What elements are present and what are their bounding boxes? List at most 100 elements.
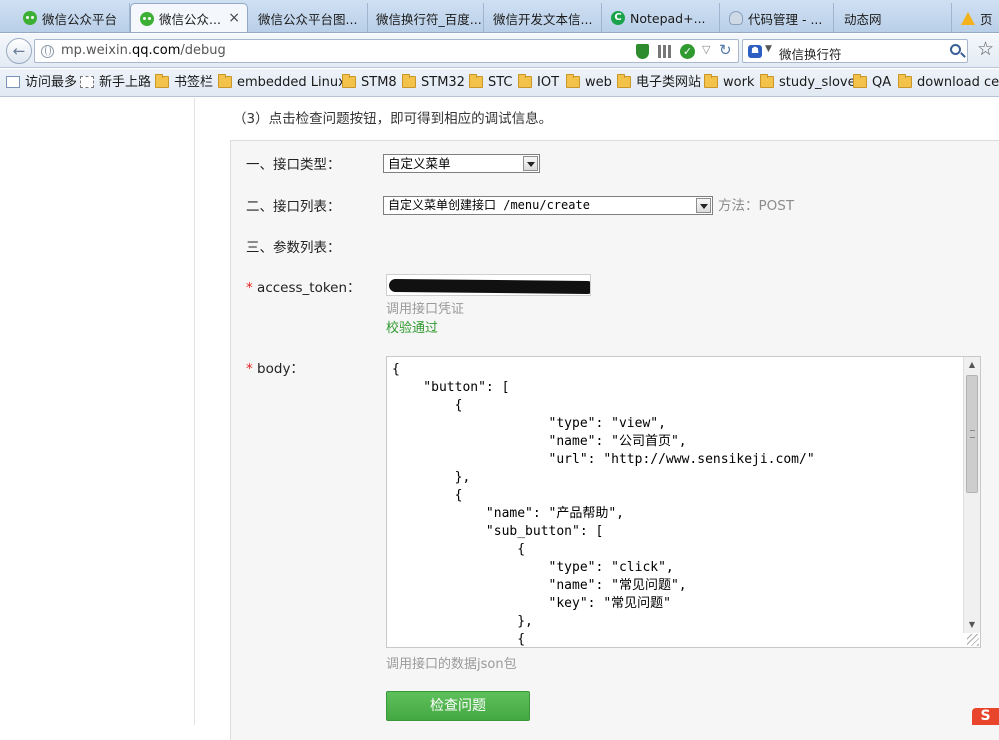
notepad-icon: C: [611, 11, 625, 25]
body-hint: 调用接口的数据json包: [386, 657, 517, 672]
bookmark-star-icon[interactable]: ☆: [977, 38, 994, 60]
search-icon[interactable]: [950, 44, 961, 55]
folder-icon: [469, 74, 483, 88]
tab-wechat-platform[interactable]: 微信公众平台: [14, 3, 130, 32]
back-button[interactable]: ←: [6, 38, 32, 64]
globe-icon: [41, 45, 54, 58]
tab-wechat-images[interactable]: 微信公众平台图...: [248, 3, 368, 32]
wechat-icon: [23, 11, 37, 25]
tab-label: 动态网: [844, 11, 882, 27]
folder-icon: [704, 74, 718, 88]
page-content: （3）点击检查问题按钮，即可得到相应的调试信息。 一、接口类型： 自定义菜单 二…: [0, 98, 999, 740]
interface-list-label: 二、接口列表：: [246, 199, 341, 215]
tab-dongtai[interactable]: 动态网: [834, 3, 952, 32]
access-token-label: * access_token：: [246, 280, 361, 296]
debug-form-panel: 一、接口类型： 自定义菜单 二、接口列表： 自定义菜单创建接口 /menu/cr…: [230, 140, 999, 740]
tab-wechat-text-msg[interactable]: 微信开发文本信...: [484, 3, 602, 32]
tab-label: 微信公众平台: [42, 11, 118, 27]
search-box[interactable]: ☗ ▼ 微信换行符: [742, 39, 968, 63]
interface-list-value: 自定义菜单创建接口 /menu/create: [388, 198, 590, 212]
folder-icon: [566, 74, 580, 88]
qr-code-icon[interactable]: [658, 45, 671, 58]
dropdown-arrow-icon[interactable]: ▽: [702, 43, 710, 56]
address-bar[interactable]: mp.weixin.qq.com/debug ✓ ▽ ↻: [34, 39, 739, 63]
tab-label: 微信换行符_百度...: [376, 11, 482, 27]
resize-grip-icon[interactable]: [967, 634, 979, 646]
bookmark-folder-study-slove[interactable]: study_slove: [760, 74, 856, 91]
access-token-hint: 调用接口凭证: [386, 302, 465, 317]
shield-icon[interactable]: [636, 44, 649, 59]
back-arrow-icon: ←: [12, 42, 26, 60]
body-json-code[interactable]: { "button": [ { "type": "view", "name": …: [392, 361, 962, 647]
check-circle-icon[interactable]: ✓: [680, 44, 695, 59]
tab-label: 微信公众平台图...: [258, 11, 358, 27]
bookmark-folder-iot[interactable]: IOT: [518, 74, 559, 91]
bookmark-folder-stm32[interactable]: STM32: [402, 74, 465, 91]
scroll-down-icon[interactable]: ▼: [964, 617, 980, 633]
body-textarea[interactable]: { "button": [ { "type": "view", "name": …: [386, 356, 981, 648]
access-token-input[interactable]: [386, 274, 591, 296]
baidu-paw-icon[interactable]: ☗: [748, 45, 762, 58]
scrollbar-thumb[interactable]: [966, 375, 978, 493]
interface-type-value: 自定义菜单: [388, 156, 451, 171]
sogou-ime-icon[interactable]: S: [972, 708, 999, 725]
redacted-token: [388, 278, 590, 295]
tab-label: 微信公众...: [159, 12, 221, 27]
engine-dropdown-icon[interactable]: ▼: [765, 44, 772, 54]
tab-label: 页: [980, 11, 993, 27]
chevron-down-icon[interactable]: [523, 156, 538, 171]
search-input[interactable]: 微信换行符: [779, 44, 842, 63]
tab-code-manage[interactable]: 代码管理 - ...: [720, 3, 834, 32]
bookmark-folder-web[interactable]: web: [566, 74, 612, 91]
interface-list-select[interactable]: 自定义菜单创建接口 /menu/create: [383, 196, 713, 215]
warning-icon: [961, 11, 975, 25]
folder-icon: [402, 74, 416, 88]
folder-icon: [218, 74, 232, 88]
tab-warning[interactable]: 页: [952, 3, 999, 32]
folder-icon: [853, 74, 867, 88]
scroll-up-icon[interactable]: ▲: [964, 357, 980, 373]
bookmarks-bar: 访问最多 新手上路 书签栏 embedded Linux STM8 STM32 …: [0, 69, 999, 97]
http-method: 方法：POST: [718, 198, 795, 214]
validation-status: 校验通过: [386, 321, 439, 336]
bookmark-folder-embedded-linux[interactable]: embedded Linux: [218, 74, 346, 91]
tab-label: 微信开发文本信...: [493, 11, 593, 27]
navigation-bar: ← mp.weixin.qq.com/debug ✓ ▽ ↻ ☗ ▼ 微信换行符…: [0, 34, 999, 68]
interface-type-label: 一、接口类型：: [246, 157, 341, 173]
folder-icon: [518, 74, 532, 88]
required-mark: *: [246, 280, 253, 296]
folder-icon: [617, 74, 631, 88]
reload-icon[interactable]: ↻: [719, 41, 732, 59]
tab-label: 代码管理 - ...: [748, 11, 823, 27]
page-icon: [80, 76, 94, 88]
close-tab-icon[interactable]: ×: [228, 10, 240, 26]
tab-strip: 微信公众平台 微信公众... × 微信公众平台图... 微信换行符_百度... …: [0, 0, 999, 33]
bookmark-folder-download[interactable]: download cen: [898, 74, 999, 91]
bookmark-getting-started[interactable]: 新手上路: [80, 75, 151, 91]
step-instruction: （3）点击检查问题按钮，即可得到相应的调试信息。: [233, 111, 553, 127]
bookmark-folder-stm8[interactable]: STM8: [342, 74, 397, 91]
folder-icon: [155, 74, 169, 88]
tab-baidu-search[interactable]: 微信换行符_百度...: [368, 3, 484, 32]
check-problem-button[interactable]: 检查问题: [386, 691, 530, 721]
folder-icon: [898, 74, 912, 88]
folder-icon: [342, 74, 356, 88]
bookmark-folder-electronics[interactable]: 电子类网站: [617, 74, 701, 91]
chevron-down-icon[interactable]: [696, 198, 711, 213]
bookmark-folder-qa[interactable]: QA: [853, 74, 891, 91]
tab-label: Notepad+...: [630, 10, 706, 26]
tab-notepad[interactable]: C Notepad+...: [602, 3, 720, 32]
url-text: mp.weixin.qq.com/debug: [61, 43, 226, 58]
most-visited-icon: [6, 76, 20, 88]
body-label: * body：: [246, 361, 304, 377]
bookmark-folder-stc[interactable]: STC: [469, 74, 513, 91]
bookmark-most-visited[interactable]: 访问最多: [6, 75, 77, 91]
folder-icon: [760, 74, 774, 88]
bookmark-folder-work[interactable]: work: [704, 74, 754, 91]
cloud-icon: [729, 11, 743, 25]
wechat-icon: [140, 12, 154, 26]
interface-type-select[interactable]: 自定义菜单: [383, 154, 540, 173]
bookmark-folder-toolbar[interactable]: 书签栏: [155, 74, 213, 91]
tab-wechat-debug-active[interactable]: 微信公众... ×: [130, 3, 248, 32]
body-scrollbar[interactable]: ▲ ▼: [963, 357, 980, 633]
